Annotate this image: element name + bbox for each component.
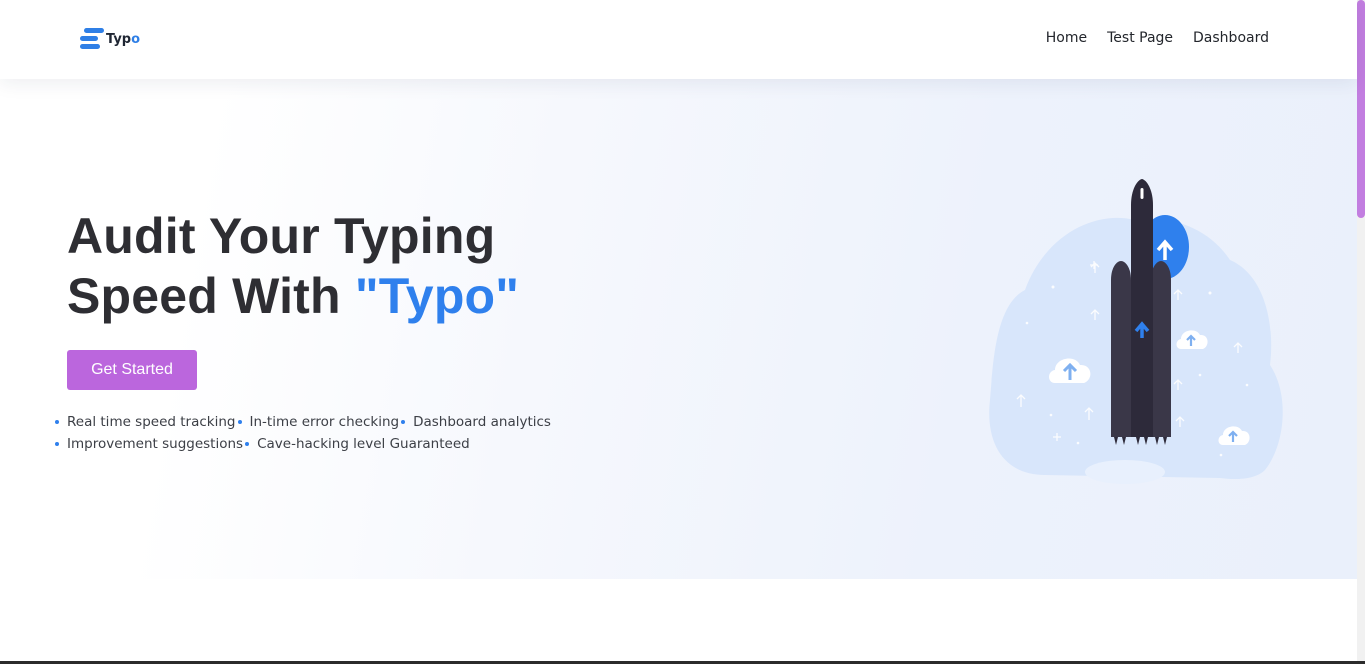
nav-links: Home Test Page Dashboard <box>1046 30 1269 46</box>
bullet-icon <box>245 442 250 446</box>
bullet-icon <box>55 420 59 424</box>
rocket-illustration <box>985 175 1295 485</box>
feature-list: Real time speed tracking In-time error c… <box>53 411 613 455</box>
get-started-button[interactable]: Get Started <box>67 350 197 390</box>
headline-line1: Audit Your Typing <box>67 208 496 264</box>
feature-item: Cave-hacking level Guaranteed <box>243 436 470 452</box>
nav-link-dashboard[interactable]: Dashboard <box>1193 30 1269 46</box>
logo-text: Typo <box>106 31 141 47</box>
scrollbar[interactable] <box>1357 0 1365 664</box>
feature-row: Improvement suggestions Cave-hacking lev… <box>53 433 613 455</box>
headline-line2: Speed With <box>67 268 355 324</box>
nav-link-home[interactable]: Home <box>1046 30 1087 46</box>
nav-link-test-page[interactable]: Test Page <box>1107 30 1173 46</box>
navbar: Typo Home Test Page Dashboard <box>0 0 1357 79</box>
logo[interactable]: Typo <box>80 27 140 51</box>
feature-item: Dashboard analytics <box>399 414 551 430</box>
bullet-icon <box>237 420 242 424</box>
feature-item: Real time speed tracking <box>53 414 236 430</box>
bullet-icon <box>55 442 59 446</box>
headline-accent: "Typo" <box>354 268 520 324</box>
feature-row: Real time speed tracking In-time error c… <box>53 411 613 433</box>
feature-item: In-time error checking <box>236 414 399 430</box>
hero-headline: Audit Your Typing Speed With "Typo" <box>67 206 627 326</box>
bullet-icon <box>401 420 406 424</box>
logo-icon <box>80 27 104 51</box>
feature-item: Improvement suggestions <box>53 436 243 452</box>
scroll-thumb[interactable] <box>1357 0 1365 218</box>
